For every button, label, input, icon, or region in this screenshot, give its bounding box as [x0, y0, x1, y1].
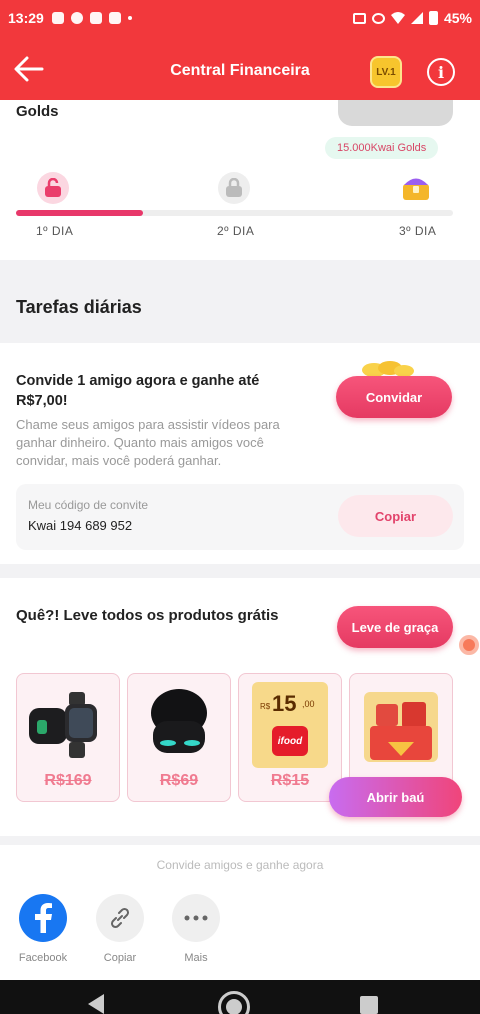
- share-label-facebook: Facebook: [18, 952, 68, 964]
- copy-link-button[interactable]: [96, 894, 144, 942]
- earbuds-watch-image: [25, 682, 111, 768]
- copy-code-button[interactable]: Copiar: [338, 495, 453, 537]
- day-3-label: 3º DIA: [399, 224, 437, 238]
- more-notifications-icon: [127, 16, 132, 20]
- message-icon: [51, 12, 64, 24]
- ifood-voucher-image: R$ 15 ,00 ifood: [247, 682, 333, 768]
- notification-icon: [108, 12, 121, 24]
- lock-icon: [218, 172, 250, 204]
- invite-title: Convide 1 amigo agora e ganhe até R$7,00…: [16, 373, 260, 409]
- products-title: Quê?! Leve todos os produtos grátis: [16, 607, 279, 624]
- share-label-copy: Copiar: [103, 952, 137, 964]
- wifi-icon: [390, 12, 405, 24]
- more-share-button[interactable]: [172, 894, 220, 942]
- battery-icon: [428, 11, 438, 25]
- free-products-card: Quê?! Leve todos os produtos grátis Leve…: [0, 578, 480, 836]
- nav-recents-icon[interactable]: [360, 996, 378, 1014]
- open-chest-button[interactable]: Abrir baú: [329, 777, 462, 817]
- status-time: 13:29: [8, 10, 44, 26]
- invite-description: Chame seus amigos para assistir vídeos p…: [16, 417, 280, 468]
- facebook-share-button[interactable]: [19, 894, 67, 942]
- product-card[interactable]: R$ 15 ,00 ifood R$15: [238, 673, 342, 802]
- info-icon: i: [437, 62, 445, 82]
- invite-code-box: Meu código de convite Kwai 194 689 952 C…: [16, 484, 464, 550]
- golds-checkin-card: Golds 15.000Kwai Golds 1º DIA 2º DIA 3º …: [0, 100, 480, 260]
- product-price: R$169: [44, 772, 92, 789]
- product-price: R$69: [159, 772, 199, 789]
- reward-tag: 15.000Kwai Golds: [325, 137, 439, 159]
- whatsapp-icon: [70, 12, 83, 24]
- gift-chest-image: [358, 682, 444, 768]
- invite-button[interactable]: Convidar: [336, 376, 452, 418]
- claim-button[interactable]: [338, 100, 453, 126]
- nav-home-icon[interactable]: [218, 991, 250, 1014]
- invite-card: Convide 1 amigo agora e ganhe até R$7,00…: [0, 343, 480, 564]
- app-header: Central Financeira LV.1 i: [0, 36, 480, 100]
- get-free-button[interactable]: Leve de graça: [337, 606, 453, 648]
- invite-code-value: Kwai 194 689 952: [28, 518, 133, 533]
- share-panel: Convide amigos e ganhe agora Facebook Co…: [0, 845, 480, 980]
- notification-icon: [89, 12, 102, 24]
- product-card[interactable]: R$69: [127, 673, 231, 802]
- unlock-icon: [37, 172, 69, 204]
- invite-code-label: Meu código de convite: [28, 498, 149, 512]
- golds-text: Golds: [16, 103, 59, 120]
- facebook-icon: [35, 903, 52, 933]
- battery-level: 45%: [443, 10, 472, 26]
- day-1-label: 1º DIA: [36, 224, 74, 238]
- signal-icon: [410, 12, 423, 24]
- ifood-logo: ifood: [272, 726, 308, 756]
- level-badge[interactable]: LV.1: [370, 56, 402, 88]
- system-nav-bar: [0, 980, 480, 1014]
- product-card[interactable]: R$169: [16, 673, 120, 802]
- product-price: R$15: [270, 772, 310, 789]
- cast-icon: [352, 12, 366, 24]
- earbuds-image: [136, 682, 222, 768]
- nav-back-icon[interactable]: [88, 994, 106, 1014]
- progress-fill: [16, 210, 143, 216]
- link-icon: [110, 907, 130, 929]
- vibrate-icon: [371, 12, 385, 24]
- info-button[interactable]: i: [427, 58, 455, 86]
- treasure-chest-icon: [400, 172, 432, 204]
- share-hint: Convide amigos e ganhe agora: [156, 858, 324, 872]
- status-bar: 13:29 45%: [0, 0, 480, 36]
- day-2-label: 2º DIA: [217, 224, 255, 238]
- more-dots-icon: [184, 915, 208, 921]
- floating-bubble[interactable]: [459, 635, 479, 655]
- section-title: Tarefas diárias: [16, 297, 142, 317]
- page-title: Central Financeira: [170, 62, 310, 79]
- share-label-more: Mais: [184, 952, 208, 964]
